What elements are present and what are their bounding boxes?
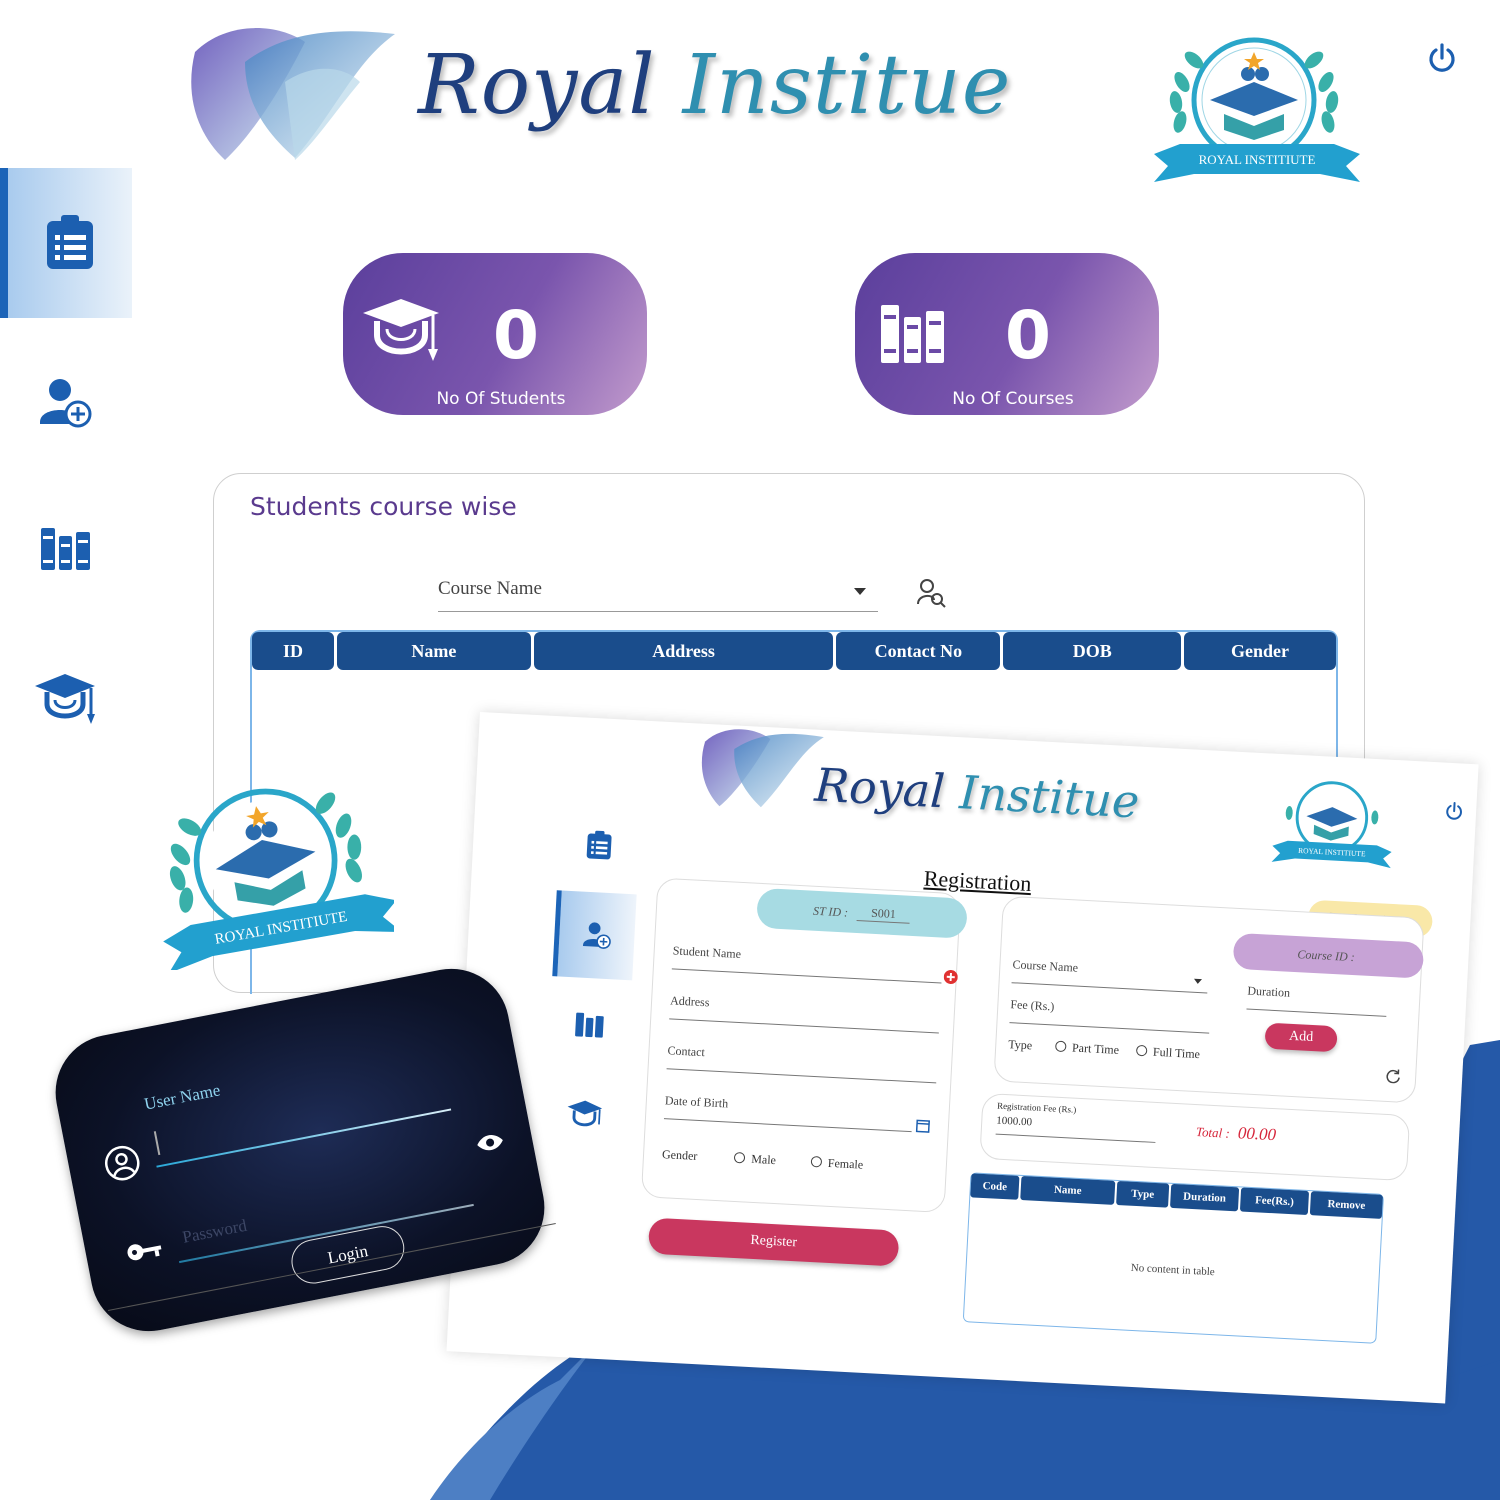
gender-label: Gender [661,1147,698,1163]
type-row: Type Part Time Full Time [1008,1037,1200,1062]
column-header-gender[interactable]: Gender [1184,632,1336,670]
date-of-birth-field[interactable]: Date of Birth [663,1093,913,1133]
column-header-id[interactable]: ID [252,632,334,670]
column-header-name[interactable]: Name [336,632,531,670]
sidebar-item-add-student[interactable] [0,328,132,478]
students-table-header: ID Name Address Contact No DOB Gender [252,632,1336,670]
gender-row: Gender Male Female [662,1147,864,1173]
username-label: User Name [142,1080,222,1114]
institute-emblem-icon: ROYAL INSTITIUTE [1154,37,1360,182]
courses-count: 0 [1005,297,1051,374]
type-full-time-radio[interactable]: Full Time [1135,1044,1200,1061]
total-display: Total : 00.00 [1195,1123,1277,1145]
key-icon [127,1244,162,1261]
registration-window: Royal Institue ROYAL INSTITIUTE Registra… [446,712,1479,1404]
student-id-label: ST ID : [812,903,849,920]
registration-fee-field[interactable]: 1000.00 [995,1114,1157,1143]
type-part-time-radio[interactable]: Part Time [1054,1040,1119,1057]
password-placeholder: Password [180,1215,249,1247]
clipboard-list-icon [586,830,612,860]
calendar-icon[interactable] [915,1118,931,1133]
sidebar-item-courses[interactable] [0,474,132,624]
sidebar-item-dashboard[interactable] [0,168,132,318]
institute-emblem-icon: ROYAL INSTITIUTE [1271,781,1392,869]
eye-icon[interactable] [475,1131,506,1154]
student-details-card: ST ID : S001 Student Name Address Contac… [640,877,968,1213]
duration-field[interactable]: Duration [1246,983,1388,1017]
type-label: Type [1007,1037,1033,1053]
fee-summary-card: Registration Fee (Rs.) 1000.00 Total : 0… [979,1092,1411,1182]
course-name-select[interactable]: Course Name [1011,957,1209,994]
user-search-icon[interactable] [916,578,946,608]
student-id-value: S001 [856,905,911,924]
course-details-card: Course ID : Course Name Duration Fee (Rs… [993,895,1425,1104]
course-table-header: Code Name Type Duration Fee(Rs.) Remove [970,1173,1383,1219]
user-circle-icon [104,1145,140,1181]
student-id-pill: ST ID : S001 [756,887,968,939]
column-header-type[interactable]: Type [1116,1180,1170,1208]
column-header-address[interactable]: Address [533,632,834,670]
students-count: 0 [493,297,539,374]
books-icon [575,1012,604,1038]
institute-emblem-icon: ROYAL INSTITIUTE [163,788,394,970]
sidebar-item-graduate[interactable] [0,624,132,774]
register-button[interactable]: Register [647,1217,900,1267]
sidebar-item-add-student[interactable] [552,890,637,981]
column-header-duration[interactable]: Duration [1169,1183,1240,1212]
books-icon [41,528,90,570]
user-plus-icon [582,922,611,949]
students-count-card: 0 No Of Students [343,253,647,415]
student-name-field[interactable]: Student Name [671,943,943,984]
courses-count-card: 0 No Of Courses [855,253,1159,415]
column-header-name[interactable]: Name [1020,1175,1116,1205]
refresh-icon[interactable] [1385,1067,1402,1084]
address-field[interactable]: Address [669,993,941,1034]
panel-title: Students course wise [250,492,517,521]
graduate-cap-icon [567,1100,603,1127]
column-header-code[interactable]: Code [970,1173,1020,1200]
username-input[interactable] [149,1069,452,1168]
column-header-fee[interactable]: Fee(Rs.) [1239,1187,1310,1216]
students-count-label: No Of Students [436,389,566,409]
chevron-down-icon [854,588,866,595]
add-circle-icon[interactable] [943,970,958,985]
course-table: Code Name Type Duration Fee(Rs.) Remove … [962,1172,1385,1344]
registration-fee-label: Registration Fee (Rs.) [996,1100,1077,1115]
gender-male-radio[interactable]: Male [734,1151,776,1167]
sidebar-item-dashboard[interactable] [557,800,641,890]
gender-female-radio[interactable]: Female [810,1155,864,1172]
user-plus-icon [40,379,92,428]
chevron-down-icon [1193,978,1203,985]
contact-field[interactable]: Contact [666,1043,938,1084]
clipboard-list-icon [47,215,93,269]
course-name-select-value: Course Name [438,578,542,599]
sidebar-item-courses[interactable] [548,980,632,1070]
course-table-empty-text: No content in table [1130,1261,1216,1279]
add-course-button[interactable]: Add [1264,1022,1338,1053]
course-id-pill: Course ID : [1232,932,1425,979]
power-icon[interactable] [1444,801,1465,822]
graduate-cap-icon [35,674,95,724]
column-header-dob[interactable]: DOB [1003,632,1182,670]
books-icon [881,305,944,363]
lotus-logo-icon [701,729,824,808]
courses-count-label: No Of Courses [952,389,1074,409]
column-header-contact[interactable]: Contact No [836,632,1001,670]
column-header-remove[interactable]: Remove [1309,1191,1383,1219]
fee-field[interactable]: Fee (Rs.) [1009,997,1211,1034]
app-title: Royal Institue [418,38,1012,133]
sidebar-item-graduate[interactable] [543,1070,627,1160]
course-name-select[interactable]: Course Name [438,578,878,612]
emblem-text: ROYAL INSTITIUTE [1199,152,1316,167]
registration-app-title: Royal Institue [813,757,1141,829]
graduate-cap-icon [363,299,439,361]
lotus-logo-icon [191,28,395,160]
power-icon[interactable] [1426,42,1458,74]
